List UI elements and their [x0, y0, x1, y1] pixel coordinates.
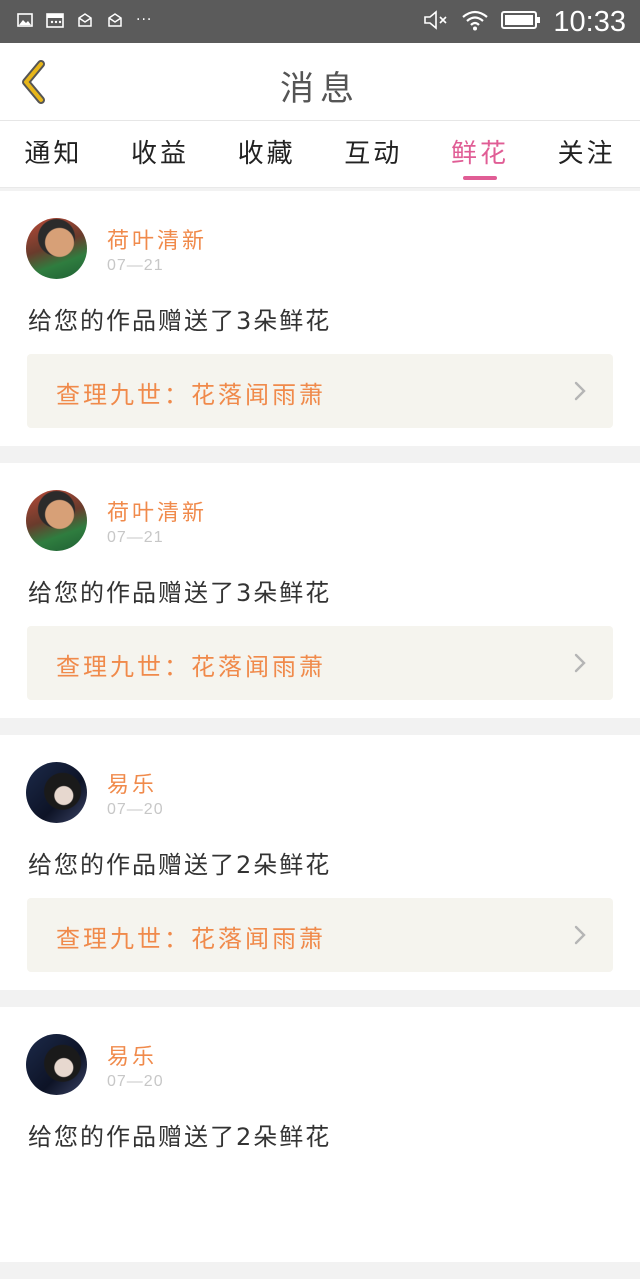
message-date: 07—21 [107, 257, 164, 274]
avatar[interactable] [26, 218, 87, 279]
status-bar: ··· 10:33 [0, 0, 640, 43]
work-title: 查理九世：花落闻雨萧 [56, 381, 326, 409]
chevron-right-icon [574, 381, 586, 401]
chevron-right-icon [574, 653, 586, 673]
list-item: 荷叶清新 07—21 给您的作品赠送了3朵鲜花 查理九世：花落闻雨萧 [0, 463, 640, 718]
battery-icon [501, 10, 541, 34]
message-date: 07—20 [107, 1073, 164, 1090]
navigation-header: 消息 [0, 43, 640, 121]
sender-name[interactable]: 荷叶清新 [107, 495, 207, 527]
clock: 10:33 [553, 6, 626, 38]
more-notifications-icon: ··· [136, 12, 153, 28]
calendar-icon [46, 11, 64, 29]
mute-icon [423, 9, 449, 35]
flower-message-list: 荷叶清新 07—21 给您的作品赠送了3朵鲜花 查理九世：花落闻雨萧 荷叶清新 … [0, 191, 640, 1279]
message-date: 07—21 [107, 529, 164, 546]
tab-flowers[interactable]: 鲜花 [451, 121, 509, 187]
image-icon [16, 11, 34, 29]
tab-favorites[interactable]: 收藏 [238, 121, 296, 187]
work-link[interactable]: 查理九世：花落闻雨萧 [27, 898, 613, 972]
list-item: 易乐 07—20 给您的作品赠送了2朵鲜花 [0, 1007, 640, 1262]
list-item: 荷叶清新 07—21 给您的作品赠送了3朵鲜花 查理九世：花落闻雨萧 [0, 191, 640, 446]
message-text: 给您的作品赠送了2朵鲜花 [28, 1123, 332, 1151]
tab-interactions[interactable]: 互动 [344, 121, 402, 187]
chevron-right-icon [574, 925, 586, 945]
tab-indicator [462, 176, 497, 180]
page-title: 消息 [280, 69, 360, 109]
mail-icon [106, 11, 124, 29]
work-link[interactable]: 查理九世：花落闻雨萧 [27, 354, 613, 428]
message-text: 给您的作品赠送了2朵鲜花 [28, 851, 332, 879]
wifi-icon [461, 9, 489, 35]
avatar[interactable] [26, 762, 87, 823]
sender-name[interactable]: 易乐 [107, 1039, 157, 1071]
sender-name[interactable]: 易乐 [107, 767, 157, 799]
list-item: 易乐 07—20 给您的作品赠送了2朵鲜花 查理九世：花落闻雨萧 [0, 735, 640, 990]
tab-follows[interactable]: 关注 [558, 121, 616, 187]
tab-notifications[interactable]: 通知 [24, 121, 82, 187]
mail-icon [76, 11, 94, 29]
tab-bar: 通知 收益 收藏 互动 鲜花 关注 [0, 121, 640, 188]
work-title: 查理九世：花落闻雨萧 [56, 653, 326, 681]
message-text: 给您的作品赠送了3朵鲜花 [28, 307, 332, 335]
work-link[interactable]: 查理九世：花落闻雨萧 [27, 626, 613, 700]
avatar[interactable] [26, 1034, 87, 1095]
work-title: 查理九世：花落闻雨萧 [56, 925, 326, 953]
avatar[interactable] [26, 490, 87, 551]
sender-name[interactable]: 荷叶清新 [107, 223, 207, 255]
message-date: 07—20 [107, 801, 164, 818]
tab-earnings[interactable]: 收益 [131, 121, 189, 187]
message-text: 给您的作品赠送了3朵鲜花 [28, 579, 332, 607]
